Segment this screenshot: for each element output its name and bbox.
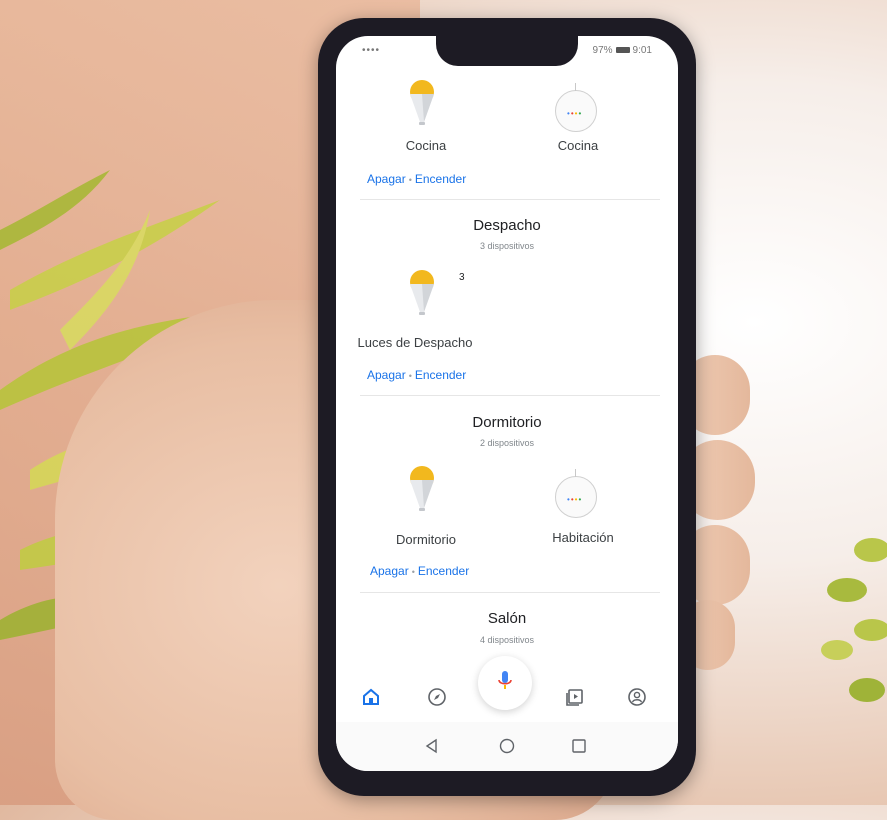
room-device-count: 2 dispositivos [479, 438, 535, 448]
device-name[interactable]: Luces de Despacho [350, 335, 480, 350]
turn-on-link[interactable]: Encender [418, 564, 469, 578]
plant-right [821, 538, 887, 702]
speaker-stem [575, 469, 576, 477]
status-bar-right: 97% 9:01 [593, 45, 652, 56]
back-icon[interactable] [422, 736, 442, 756]
microphone-button[interactable] [478, 656, 532, 710]
phone-screen: •••• 97% 9:01 •••• Cocina Cocina Apagar • E… [336, 36, 678, 771]
speaker-lights: •••• [567, 109, 583, 118]
home-icon[interactable] [360, 686, 382, 708]
device-group-count: 3 [459, 272, 465, 283]
separator-dot: • [408, 371, 412, 381]
turn-on-link[interactable]: Encender [415, 368, 466, 382]
compass-icon[interactable] [426, 686, 448, 708]
status-icons: •••• [362, 45, 381, 56]
system-navigation [336, 722, 678, 771]
room-device-count: 4 dispositivos [479, 635, 535, 645]
home-circle-icon[interactable] [497, 736, 517, 756]
room-device-count: 3 dispositivos [479, 241, 535, 251]
turn-on-link[interactable]: Encender [415, 172, 466, 186]
device-name[interactable]: Dormitorio [376, 532, 476, 547]
room-title: Dormitorio [472, 414, 542, 431]
microphone-icon [498, 671, 512, 689]
media-icon[interactable] [564, 686, 586, 708]
room-actions: Apagar • Encender [367, 172, 466, 186]
light-bulb-icon[interactable] [400, 78, 444, 128]
speaker-stem [575, 83, 576, 91]
turn-off-link[interactable]: Apagar [367, 172, 406, 186]
account-icon[interactable] [626, 686, 648, 708]
room-actions: Apagar • Encender [367, 368, 466, 382]
device-name[interactable]: Cocina [528, 138, 628, 153]
clock: 9:01 [632, 45, 652, 56]
divider [360, 395, 660, 396]
turn-off-link[interactable]: Apagar [370, 564, 409, 578]
turn-off-link[interactable]: Apagar [367, 368, 406, 382]
divider [360, 199, 660, 200]
device-name[interactable]: Cocina [376, 138, 476, 153]
room-title: Despacho [473, 217, 541, 234]
bottom-navigation [336, 656, 678, 722]
room-title: Salón [487, 610, 527, 627]
light-bulb-icon[interactable] [400, 268, 444, 318]
speaker-lights: •••• [567, 495, 583, 504]
room-actions: Apagar • Encender [370, 564, 469, 578]
battery-level: 97% [592, 45, 613, 56]
divider [360, 592, 660, 593]
light-bulb-icon[interactable] [400, 464, 444, 514]
separator-dot: • [408, 175, 412, 185]
battery-icon [615, 47, 630, 54]
smart-speaker-icon[interactable]: •••• [555, 469, 597, 518]
smart-speaker-icon[interactable]: •••• [555, 83, 597, 132]
camera-notch [436, 36, 578, 66]
recents-icon[interactable] [569, 736, 589, 756]
separator-dot: • [411, 567, 415, 577]
device-name[interactable]: Habitación [528, 530, 638, 545]
